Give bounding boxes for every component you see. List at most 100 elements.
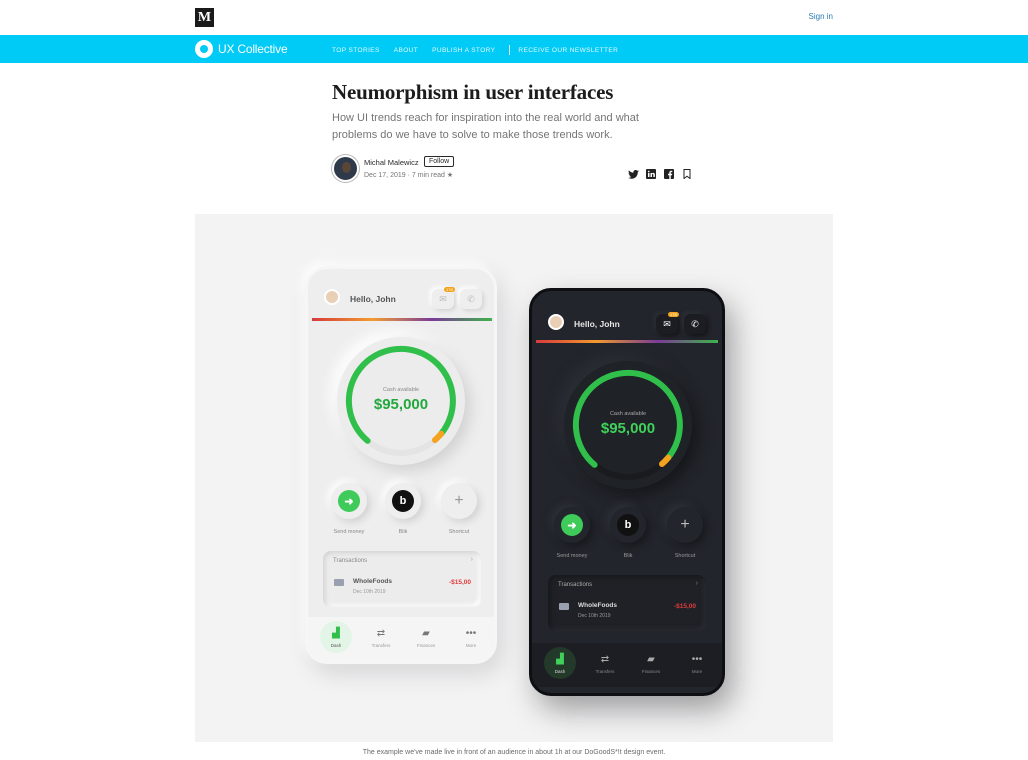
transfer-icon: ⇄ — [376, 628, 386, 639]
sign-in-link[interactable]: Sign in — [809, 12, 833, 21]
tab-transfers-dark: ⇄ Transfers — [590, 654, 620, 674]
nav-newsletter[interactable]: RECEIVE OUR NEWSLETTER — [518, 47, 618, 54]
chart-icon: ▟ — [332, 628, 340, 639]
tab-dash-dark: ▟ Dash — [544, 647, 576, 679]
card-icon — [334, 579, 344, 586]
transfer-icon-dark: ⇄ — [600, 654, 610, 665]
article-subtitle: How UI trends reach for inspiration into… — [332, 112, 639, 141]
linkedin-icon[interactable] — [645, 168, 657, 180]
blik-label-dark: Blik — [623, 553, 633, 559]
tab-bar: ▟ Dash ⇄ Transfers ▰ Finances ••• More — [308, 617, 494, 661]
tab-transfers-label: Transfers — [371, 643, 391, 648]
dark-phone-mockup: Hello, John ✉ 178 ✆ Cash available $95,0… — [529, 288, 725, 696]
chart-icon-dark: ▟ — [556, 654, 564, 665]
transaction-name: WholeFoods — [353, 578, 392, 585]
blik-button-dark: b — [610, 507, 646, 543]
ux-collective-logo-icon[interactable] — [195, 40, 213, 58]
nav-publish-story[interactable]: PUBLISH A STORY — [432, 47, 495, 54]
tab-finances: ▰ Finances — [411, 628, 441, 648]
nav-divider — [509, 45, 511, 55]
tab-dash: ▟ Dash — [320, 621, 352, 653]
facebook-icon[interactable] — [663, 168, 675, 180]
article-meta: Dec 17, 2019 · 7 min read ★ — [364, 172, 454, 179]
tab-dash-label-dark: Dash — [554, 669, 566, 674]
publication-bar: UX Collective TOP STORIES ABOUT PUBLISH … — [0, 35, 1028, 63]
tab-finances-dark: ▰ Finances — [636, 654, 666, 674]
phone-icon-dark: ✆ — [684, 314, 706, 334]
tab-more-label-dark: More — [691, 669, 703, 674]
notification-badge-dark: 178 — [668, 312, 679, 317]
tab-finances-label-dark: Finances — [641, 669, 661, 674]
hero-image: Hello, John ✉ 178 ✆ Cash available $95,0… — [195, 214, 833, 742]
user-avatar — [324, 289, 340, 305]
transaction-date-dark: Dec 10th 2019 — [578, 613, 611, 619]
article-title: Neumorphism in user interfaces — [332, 80, 614, 104]
medium-top-bar: M Sign in — [0, 0, 1028, 35]
nav-about[interactable]: ABOUT — [394, 47, 418, 54]
transaction-name-dark: WholeFoods — [578, 602, 617, 609]
wallet-icon: ▰ — [422, 628, 430, 639]
image-caption: The example we've made live in front of … — [362, 749, 666, 756]
tab-more: ••• More — [456, 628, 486, 648]
greeting-dark: Hello, John — [574, 319, 620, 329]
blik-button: b — [385, 483, 421, 519]
send-money-button: ➜ — [331, 483, 367, 519]
color-strip-dark — [536, 340, 718, 343]
plus-icon: + — [454, 492, 464, 509]
cash-gauge: Cash available $95,000 — [337, 337, 465, 465]
light-phone-mockup: Hello, John ✉ 178 ✆ Cash available $95,0… — [305, 266, 497, 664]
cash-gauge-dark: Cash available $95,000 — [564, 361, 692, 489]
notification-badge: 178 — [444, 287, 455, 292]
author-name[interactable]: Michal Malewicz — [364, 158, 419, 167]
transaction-amount: -$15,00 — [448, 579, 471, 586]
chevron-right-icon-dark: › — [695, 580, 698, 587]
shortcut-label: Shortcut — [448, 529, 470, 535]
tab-bar-dark: ▟ Dash ⇄ Transfers ▰ Finances ••• More — [532, 643, 722, 687]
cash-label-dark: Cash available — [609, 411, 647, 417]
user-avatar-dark — [548, 314, 564, 330]
transactions-title-dark: Transactions — [558, 582, 593, 588]
publication-name[interactable]: UX Collective — [218, 42, 288, 56]
tab-transfers-label-dark: Transfers — [595, 669, 615, 674]
nav-top-stories[interactable]: TOP STORIES — [332, 47, 380, 54]
bookmark-icon[interactable] — [681, 168, 693, 180]
mail-icon: ✉ — [432, 289, 454, 309]
transactions-card: Transactions › WholeFoods Dec 10th 2019 … — [323, 551, 481, 607]
twitter-icon[interactable] — [627, 168, 639, 180]
tab-finances-label: Finances — [416, 643, 436, 648]
arrow-right-icon: ➜ — [338, 490, 360, 512]
publication-nav: TOP STORIES ABOUT PUBLISH A STORY RECEIV… — [332, 45, 632, 55]
shortcut-button-dark: + — [667, 507, 703, 543]
shortcut-label-dark: Shortcut — [674, 553, 696, 559]
phone-icon: ✆ — [460, 289, 482, 309]
send-money-label-dark: Send money — [556, 553, 588, 559]
wallet-icon-dark: ▰ — [647, 654, 655, 665]
tab-dash-label: Dash — [330, 643, 342, 648]
tab-transfers: ⇄ Transfers — [366, 628, 396, 648]
transactions-title: Transactions — [333, 558, 368, 564]
tab-more-dark: ••• More — [682, 654, 712, 674]
shortcut-button: + — [441, 483, 477, 519]
medium-logo[interactable]: M — [195, 8, 214, 27]
cash-value: $95,000 — [373, 396, 429, 413]
cash-label: Cash available — [382, 387, 420, 393]
transaction-date: Dec 10th 2019 — [353, 589, 386, 595]
blik-label: Blik — [398, 529, 408, 535]
plus-icon-dark: + — [680, 516, 690, 533]
transaction-amount-dark: -$15,00 — [673, 603, 696, 610]
more-dots-icon: ••• — [465, 628, 477, 639]
more-dots-icon-dark: ••• — [691, 654, 703, 665]
arrow-right-icon-dark: ➜ — [561, 514, 583, 536]
follow-button[interactable]: Follow — [424, 156, 455, 167]
blik-icon: b — [392, 490, 414, 512]
card-icon-dark — [559, 603, 569, 610]
cash-value-dark: $95,000 — [600, 420, 656, 437]
send-money-label: Send money — [333, 529, 365, 535]
blik-icon-dark: b — [617, 514, 639, 536]
greeting: Hello, John — [350, 294, 396, 304]
color-strip — [312, 318, 492, 321]
author-avatar[interactable] — [332, 155, 359, 182]
tab-more-label: More — [465, 643, 477, 648]
mail-icon-dark: ✉ — [656, 314, 678, 334]
transactions-card-dark: Transactions › WholeFoods Dec 10th 2019 … — [548, 575, 706, 631]
